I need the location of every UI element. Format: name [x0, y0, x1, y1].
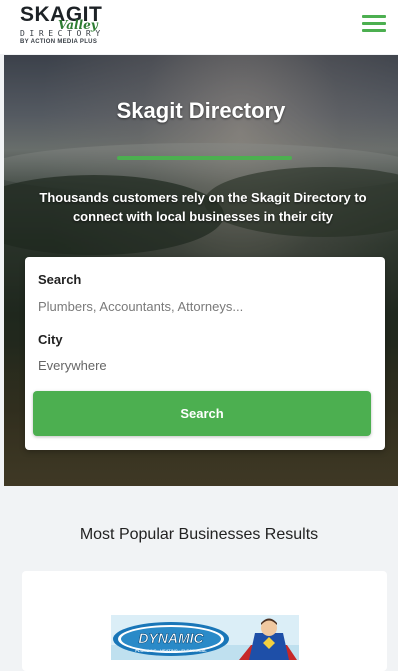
- search-input[interactable]: [38, 297, 372, 317]
- logo-directory: DIRECTORY: [20, 29, 105, 38]
- hero-divider: [117, 156, 292, 160]
- business-card[interactable]: DYNAMIC PLUMBING · HEATING · ELECTRICAL: [22, 571, 387, 671]
- hero-title: Skagit Directory: [116, 98, 286, 123]
- city-input[interactable]: [38, 356, 372, 376]
- city-label: City: [38, 332, 63, 347]
- search-form: Search City Search: [25, 257, 385, 450]
- search-button[interactable]: Search: [33, 391, 371, 436]
- logo-byline: BY ACTION MEDIA PLUS: [20, 39, 98, 45]
- popular-section-title: Most Popular Businesses Results: [79, 526, 319, 543]
- logo-tagline: PLUMBING · HEATING · ELECTRICAL: [135, 648, 207, 653]
- hamburger-menu-icon[interactable]: [361, 12, 387, 34]
- site-header: SKAGIT Valley DIRECTORY BY ACTION MEDIA …: [0, 0, 398, 54]
- hero-subtitle: Thousands customers rely on the Skagit D…: [39, 190, 367, 224]
- logo-text: DYNAMIC: [138, 630, 204, 646]
- site-logo[interactable]: SKAGIT Valley DIRECTORY BY ACTION MEDIA …: [20, 4, 130, 49]
- dynamic-business-logo[interactable]: DYNAMIC PLUMBING · HEATING · ELECTRICAL: [111, 615, 299, 660]
- search-label: Search: [38, 272, 82, 287]
